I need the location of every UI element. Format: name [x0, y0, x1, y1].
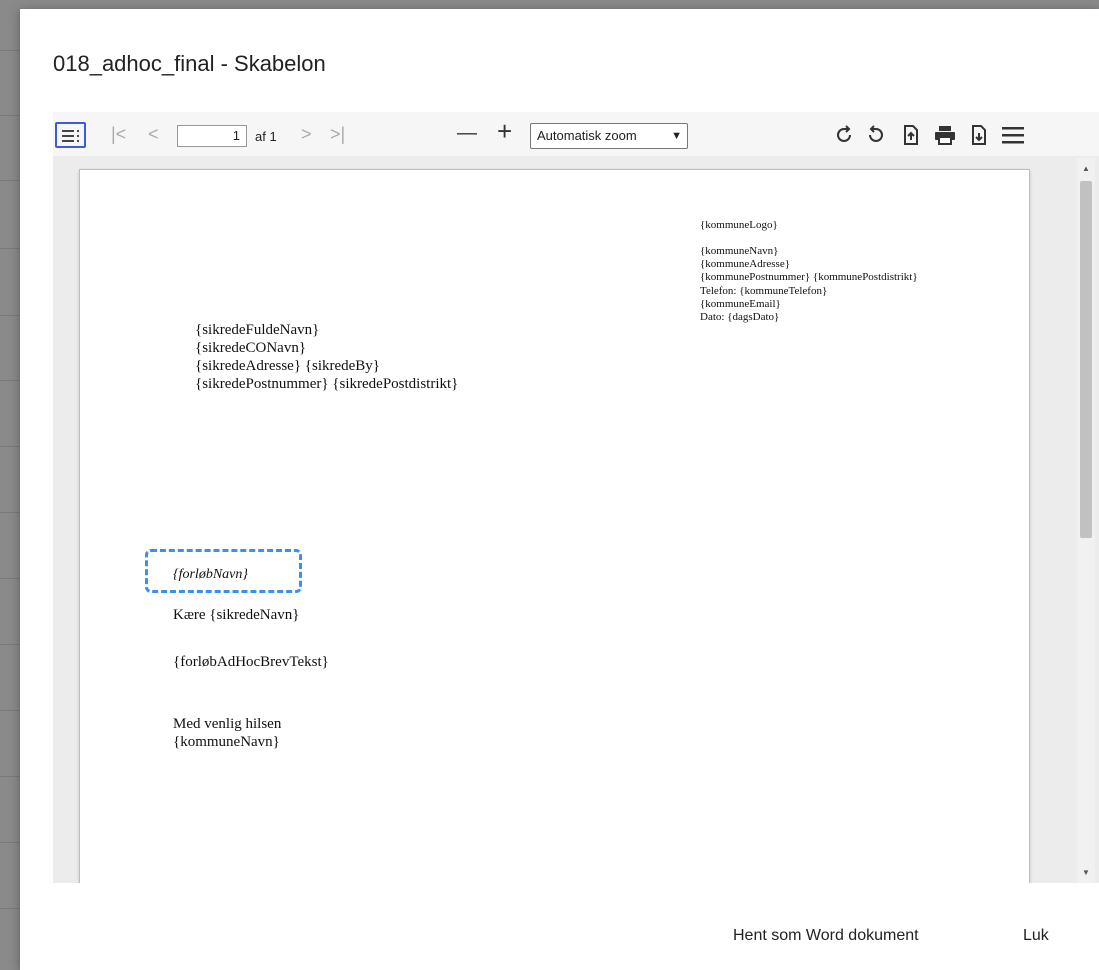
header-logo-placeholder: {kommuneLogo} — [700, 219, 778, 231]
greeting-line: Kære {sikredeNavn} — [173, 607, 300, 623]
zoom-select[interactable]: Automatisk zoom ▼ — [530, 123, 688, 149]
scrollbar-thumb[interactable] — [1080, 181, 1092, 538]
zoom-select-value: Automatisk zoom — [537, 128, 637, 143]
zoom-out-button[interactable]: — — [457, 123, 477, 143]
header-line: Telefon: {kommuneTelefon} — [700, 284, 828, 297]
zoom-in-button[interactable]: + — [497, 118, 512, 144]
dialog-title: 018_adhoc_final - Skabelon — [53, 51, 326, 76]
recipient-line: {sikredePostnummer} {sikredePostdistrikt… — [195, 376, 459, 392]
vertical-scrollbar[interactable]: ▲ ▼ — [1077, 158, 1095, 883]
page-count-label: af 1 — [255, 129, 277, 144]
closing-line: Med venlig hilsen — [173, 716, 282, 732]
closing-block: Med venlig hilsen {kommuneNavn} — [173, 715, 281, 751]
chevron-down-icon: ▼ — [671, 130, 682, 142]
header-line: Dato: {dagsDato} — [700, 310, 780, 323]
print-icon[interactable] — [933, 124, 957, 146]
sidebar-toggle-button[interactable] — [55, 122, 86, 148]
recipient-line: {sikredeCONavn} — [195, 340, 307, 356]
download-icon[interactable] — [969, 124, 989, 146]
recipient-address-block: {sikredeFuldeNavn} {sikredeCONavn} {sikr… — [195, 321, 458, 393]
pdf-page: {kommuneLogo} {kommuneNavn} {kommuneAdre… — [80, 170, 1029, 883]
close-button[interactable]: Luk — [1023, 927, 1049, 945]
tools-menu-icon[interactable] — [1001, 125, 1025, 145]
open-file-icon[interactable] — [901, 124, 921, 146]
body-text: {forløbAdHocBrevTekst} — [173, 654, 329, 670]
recipient-line: {sikredeFuldeNavn} — [195, 322, 320, 338]
scroll-up-icon[interactable]: ▲ — [1082, 164, 1090, 173]
recipient-line: {sikredeAdresse} {sikredeBy} — [195, 358, 381, 374]
header-line: {kommuneEmail} — [700, 297, 781, 310]
last-page-button[interactable]: >| — [330, 125, 345, 143]
highlight-annotation — [145, 549, 302, 593]
next-page-button[interactable]: > — [301, 125, 312, 143]
page-number-input[interactable]: 1 — [177, 125, 247, 147]
scroll-down-icon[interactable]: ▼ — [1082, 868, 1090, 877]
rotate-clockwise-icon[interactable] — [833, 124, 855, 146]
previous-page-button[interactable]: < — [148, 125, 159, 143]
header-line: {kommunePostnummer} {kommunePostdistrikt… — [700, 271, 918, 284]
rotate-counterclockwise-icon[interactable] — [865, 124, 887, 146]
first-page-button[interactable]: |< — [111, 125, 126, 143]
pdf-scroll-area[interactable]: {kommuneLogo} {kommuneNavn} {kommuneAdre… — [53, 156, 1099, 883]
header-address-block: {kommuneNavn} {kommuneAdresse} {kommuneP… — [700, 245, 918, 324]
header-line: {kommuneNavn} — [700, 245, 779, 257]
header-line: {kommuneAdresse} — [700, 258, 790, 271]
template-preview-dialog: 018_adhoc_final - Skabelon |< < 1 af 1 >… — [20, 9, 1099, 970]
pdf-viewer: |< < 1 af 1 > >| — + Automatisk zoom ▼ {… — [53, 112, 1099, 883]
pdf-toolbar: |< < 1 af 1 > >| — + Automatisk zoom ▼ — [53, 112, 1099, 156]
download-word-button[interactable]: Hent som Word dokument — [733, 927, 919, 945]
background-app — [0, 0, 20, 970]
signature-line: {kommuneNavn} — [173, 734, 280, 750]
